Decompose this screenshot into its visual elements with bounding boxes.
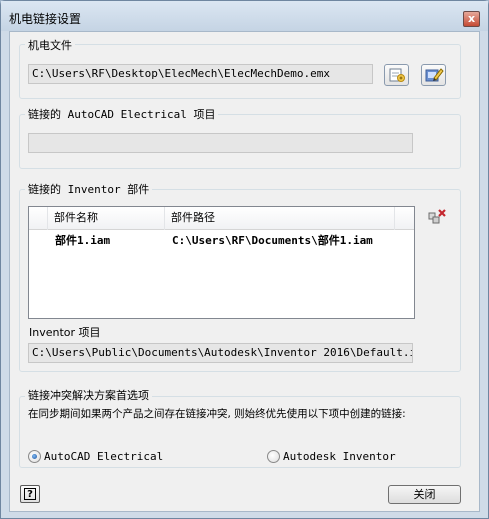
remove-link-icon (428, 209, 446, 224)
list-header: 部件名称 部件路径 (29, 207, 414, 230)
help-icon: ? (24, 488, 36, 500)
browse-file-button[interactable] (384, 64, 409, 86)
electromech-file-path: C:\Users\RF\Desktop\ElecMech\ElecMechDem… (28, 64, 373, 84)
dialog-client-area: 机电文件 C:\Users\RF\Desktop\ElecMech\ElecMe… (9, 31, 480, 512)
radio-autocad-electrical[interactable] (28, 450, 41, 463)
assembly-path-cell: C:\Users\RF\Documents\部件1.iam (172, 234, 373, 247)
remove-link-button[interactable] (426, 207, 448, 228)
radio-autocad-electrical-label[interactable]: AutoCAD Electrical (41, 450, 166, 463)
dialog-window: 机电链接设置 x 机电文件 C:\Users\RF\Desktop\ElecMe… (0, 0, 489, 519)
title-bar[interactable]: 机电链接设置 x (1, 1, 488, 31)
autocad-project-label: 链接的 AutoCAD Electrical 项目 (25, 106, 219, 122)
electromech-file-label: 机电文件 (25, 37, 75, 53)
linked-assembly-list[interactable]: 部件名称 部件路径 部件1.iam C:\Users\RF\Documents\… (28, 206, 415, 319)
conflict-preference-label: 链接冲突解决方案首选项 (25, 387, 152, 403)
radio-autodesk-inventor-label[interactable]: Autodesk Inventor (280, 450, 399, 463)
inventor-project-path: C:\Users\Public\Documents\Autodesk\Inven… (28, 343, 413, 363)
open-file-icon (389, 68, 405, 82)
edit-file-icon (425, 68, 444, 82)
autocad-project-path (28, 133, 413, 153)
window-title: 机电链接设置 (9, 12, 82, 26)
inventor-project-label: Inventor 项目 (29, 326, 101, 339)
radio-autodesk-inventor[interactable] (267, 450, 280, 463)
help-button[interactable]: ? (20, 485, 40, 503)
conflict-description: 在同步期间如果两个产品之间存在链接冲突, 则始终优先使用以下项中创建的链接: (28, 408, 406, 420)
header-spacer (29, 207, 48, 230)
column-header-name[interactable]: 部件名称 (48, 207, 165, 230)
assembly-name-cell: 部件1.iam (55, 234, 111, 247)
window-close-button[interactable]: x (463, 11, 480, 27)
edit-file-button[interactable] (421, 64, 446, 86)
close-button[interactable]: 关闭 (388, 485, 461, 504)
inventor-assembly-label: 链接的 Inventor 部件 (25, 181, 153, 197)
table-row[interactable]: 部件1.iam C:\Users\RF\Documents\部件1.iam (29, 232, 414, 250)
column-header-path[interactable]: 部件路径 (165, 207, 395, 230)
